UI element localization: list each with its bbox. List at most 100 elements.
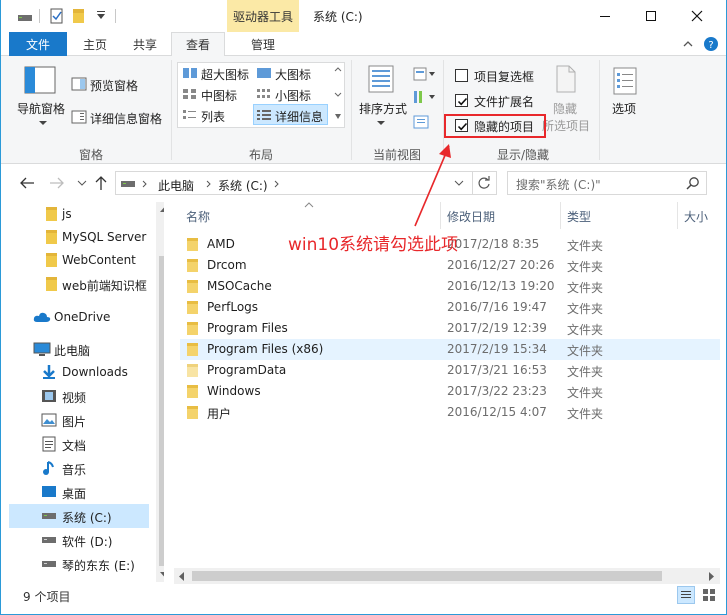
table-row[interactable]: ProgramData 2017/3/21 16:53 文件夹 [180, 360, 720, 381]
tab-manage[interactable]: 管理 [227, 32, 299, 56]
tab-view[interactable]: 查看 [171, 32, 225, 57]
up-icon[interactable] [94, 175, 108, 191]
nav-item-documents[interactable]: 文档 [9, 432, 149, 456]
address-row: 此电脑 系统 (C:) 搜索"系统 (C:)" [1, 164, 726, 202]
size-columns-icon[interactable] [413, 114, 429, 130]
recent-locations-icon[interactable] [77, 180, 87, 186]
table-row[interactable]: Program Files 2017/2/19 12:39 文件夹 [180, 318, 720, 339]
layout-medium[interactable]: 中图标 [201, 87, 237, 104]
breadcrumb-chevron-icon[interactable] [142, 180, 148, 188]
nav-item-drive-e[interactable]: 琴的东东 (E:) [9, 552, 149, 576]
properties-icon[interactable] [49, 8, 65, 24]
refresh-icon[interactable] [477, 176, 491, 190]
scroll-up-icon[interactable] [160, 207, 164, 213]
scroll-left-icon[interactable] [179, 572, 185, 581]
customize-toolbar-icon[interactable] [93, 8, 109, 24]
table-row[interactable]: Windows 2017/3/22 23:23 文件夹 [180, 381, 720, 402]
column-header-type[interactable]: 类型 [567, 208, 591, 225]
tab-home[interactable]: 主页 [71, 32, 119, 56]
nav-scroll-thumb[interactable] [159, 256, 164, 566]
layout-details[interactable]: 详细信息 [275, 108, 323, 125]
minimize-button[interactable] [582, 0, 628, 32]
folder-icon [45, 276, 59, 292]
nav-item-pictures[interactable]: 图片 [9, 408, 149, 432]
folder-icon [186, 342, 200, 357]
horizontal-scrollbar[interactable] [174, 568, 720, 584]
close-button[interactable] [674, 0, 720, 32]
options-button[interactable]: 选项 [612, 100, 636, 117]
table-row[interactable]: PerfLogs 2016/7/16 19:47 文件夹 [180, 297, 720, 318]
nav-item-mysql-server[interactable]: MySQL Server [9, 225, 149, 249]
layout-group-label: 布局 [248, 148, 273, 162]
nav-item-js[interactable]: js [9, 202, 149, 226]
column-header-size[interactable]: 大小 [684, 208, 708, 225]
navigation-pane-icon[interactable] [21, 64, 61, 96]
nav-item-downloads[interactable]: Downloads [9, 360, 149, 384]
layout-extra-large[interactable]: 超大图标 [201, 66, 249, 83]
scroll-down-icon[interactable] [160, 572, 164, 578]
new-folder-icon[interactable] [71, 8, 87, 24]
nav-item-drive-d[interactable]: 软件 (D:) [9, 528, 149, 552]
tab-file[interactable]: 文件 [9, 32, 67, 56]
drive-app-icon[interactable] [17, 8, 33, 24]
large-icons-view-toggle[interactable] [701, 587, 717, 603]
table-row[interactable]: 用户 2016/12/15 4:07 文件夹 [180, 402, 720, 423]
dropdown-arrow-icon [39, 120, 47, 126]
nav-item-webcontent[interactable]: WebContent [9, 248, 149, 272]
folder-icon [45, 252, 59, 268]
options-icon[interactable] [611, 66, 639, 96]
drive-icon [41, 559, 57, 569]
window-title: 系统 (C:) [313, 10, 363, 24]
navigation-pane-label[interactable]: 导航窗格 [17, 100, 65, 117]
scroll-right-icon[interactable] [709, 572, 715, 581]
layout-list[interactable]: 列表 [201, 108, 225, 125]
column-header-name[interactable]: 名称 [186, 208, 210, 225]
nav-scrollbar[interactable] [156, 202, 164, 582]
breadcrumb-this-pc[interactable]: 此电脑 [158, 177, 194, 194]
layout-large[interactable]: 大图标 [275, 66, 311, 83]
details-view-toggle[interactable] [677, 586, 695, 604]
nav-item-music[interactable]: 音乐 [9, 456, 149, 480]
nav-item-videos[interactable]: 视频 [9, 384, 149, 408]
nav-item-web-frontend[interactable]: web前端知识框 [9, 272, 149, 296]
details-pane-button[interactable]: 详细信息窗格 [90, 110, 162, 127]
panes-group-label: 窗格 [78, 148, 103, 162]
nav-item-drive-c[interactable]: 系统 (C:) [9, 504, 149, 528]
sort-by-button[interactable]: 排序方式 [359, 100, 407, 117]
table-row[interactable]: MSOCache 2016/12/13 19:20 文件夹 [180, 276, 720, 297]
computer-icon [33, 342, 51, 356]
help-icon[interactable]: ? [703, 36, 719, 52]
close-icon [691, 10, 703, 22]
tab-share[interactable]: 共享 [121, 32, 169, 56]
ribbon-tabs: 文件 主页 共享 查看 管理 ? [1, 32, 726, 57]
group-by-icon[interactable] [413, 66, 437, 82]
breadcrumb-drive-c[interactable]: 系统 (C:) [218, 177, 268, 194]
item-count: 9 个项目 [23, 590, 71, 604]
nav-item-onedrive[interactable]: OneDrive [9, 305, 149, 329]
layout-small[interactable]: 小图标 [275, 87, 311, 104]
item-checkboxes-checkbox[interactable] [455, 69, 468, 82]
sort-by-icon[interactable] [367, 64, 395, 96]
nav-item-this-pc[interactable]: 此电脑 [9, 337, 149, 361]
breadcrumb-chevron-icon[interactable] [206, 180, 212, 188]
breadcrumb-chevron-icon[interactable] [274, 180, 280, 188]
table-row[interactable]: Drcom 2016/12/27 20:26 文件夹 [180, 255, 720, 276]
back-icon[interactable] [19, 176, 35, 190]
file-extensions-checkbox[interactable] [455, 94, 468, 107]
add-columns-icon[interactable] [413, 89, 437, 105]
search-icon[interactable] [686, 176, 700, 190]
collapse-ribbon-icon[interactable] [683, 39, 693, 49]
item-checkboxes-label[interactable]: 项目复选框 [474, 68, 534, 85]
maximize-button[interactable] [628, 0, 674, 32]
layout-scroll[interactable] [332, 64, 344, 126]
file-extensions-label[interactable]: 文件扩展名 [474, 93, 534, 110]
checkmark-icon [457, 97, 468, 106]
onedrive-icon [33, 311, 51, 323]
nav-item-desktop[interactable]: 桌面 [9, 480, 149, 504]
forward-icon[interactable] [49, 176, 65, 190]
search-box[interactable]: 搜索"系统 (C:)" [507, 171, 707, 195]
drive-small-icon [120, 177, 136, 189]
table-row[interactable]: Program Files (x86) 2017/2/19 15:34 文件夹 [180, 339, 720, 360]
preview-pane-button[interactable]: 预览窗格 [90, 77, 138, 94]
horizontal-scroll-thumb[interactable] [192, 571, 662, 581]
